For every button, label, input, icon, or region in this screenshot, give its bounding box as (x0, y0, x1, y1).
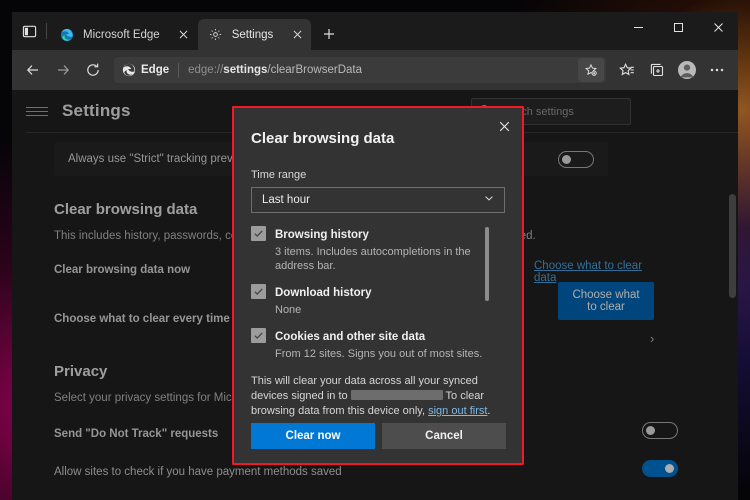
add-favorite-icon[interactable] (578, 58, 604, 82)
omnibox-divider (178, 62, 180, 78)
clear-now-button[interactable]: Clear now (251, 423, 375, 449)
url-scheme: edge:// (188, 64, 224, 76)
omnibox-url[interactable]: edge://settings/clearBrowserData (188, 64, 578, 76)
tab-actions-button[interactable] (12, 12, 46, 50)
close-icon[interactable] (174, 25, 194, 45)
tab-settings[interactable]: Settings (197, 19, 312, 50)
list-item[interactable]: Cookies and other site data From 12 site… (251, 327, 505, 361)
browser-toolbar: Edge edge://settings/clearBrowserData (12, 50, 738, 90)
back-button[interactable] (18, 55, 48, 85)
browsing-history-checkbox[interactable] (251, 226, 266, 241)
close-button[interactable] (698, 12, 738, 42)
tab-divider (46, 23, 47, 39)
dialog-list-scrollbar[interactable] (485, 227, 489, 301)
data-type-list: Browsing history 3 items. Includes autoc… (234, 225, 505, 368)
url-host: settings (223, 64, 268, 76)
refresh-button[interactable] (78, 55, 108, 85)
favorites-icon[interactable] (612, 55, 642, 85)
download-history-checkbox[interactable] (251, 284, 266, 299)
sync-note-part3: . (487, 405, 491, 417)
cancel-button[interactable]: Cancel (382, 423, 506, 449)
window-controls (618, 12, 738, 42)
edge-logo-icon (59, 27, 75, 43)
sync-note: This will clear your data across all you… (251, 374, 509, 419)
chevron-down-icon (483, 191, 495, 209)
dialog-actions: Clear now Cancel (251, 423, 506, 449)
option-detail: From 12 sites. Signs you out of most sit… (275, 348, 483, 360)
settings-page: Settings Search settings Always use "Str… (12, 90, 738, 500)
list-item[interactable]: Download history None (251, 283, 505, 317)
tab-title: Settings (231, 28, 274, 41)
time-range-select[interactable]: Last hour (251, 187, 505, 213)
sign-out-first-link[interactable]: sign out first (428, 405, 487, 417)
minimize-button[interactable] (618, 12, 658, 42)
time-range-label: Time range (251, 169, 307, 181)
maximize-button[interactable] (658, 12, 698, 42)
dialog-close-icon[interactable] (492, 114, 516, 138)
option-detail: 3 items. Includes autocompletions in the… (275, 246, 471, 272)
option-label: Browsing history (275, 229, 369, 241)
omnibox-brand-label: Edge (141, 64, 170, 76)
gear-icon (208, 27, 224, 43)
cookies-checkbox[interactable] (251, 328, 266, 343)
option-label: Download history (275, 287, 372, 299)
url-path: /clearBrowserData (267, 64, 362, 76)
option-detail: None (275, 304, 302, 316)
dialog-title: Clear browsing data (251, 130, 395, 147)
address-bar[interactable]: Edge edge://settings/clearBrowserData (114, 57, 606, 83)
settings-and-more-icon[interactable] (702, 55, 732, 85)
tab-strip: Microsoft Edge Settings (12, 12, 738, 50)
profile-avatar[interactable] (672, 55, 702, 85)
clear-browsing-data-dialog: Clear browsing data Time range Last hour… (234, 108, 522, 463)
edge-brand-icon: Edge (122, 63, 169, 77)
forward-button[interactable] (48, 55, 78, 85)
time-range-value: Last hour (262, 194, 310, 206)
tab-microsoft-edge[interactable]: Microsoft Edge (49, 19, 198, 50)
tab-title: Microsoft Edge (83, 28, 160, 41)
browser-window: Microsoft Edge Settings Edge edge://sett… (12, 12, 738, 500)
redacted-account-bar (350, 390, 443, 400)
new-tab-button[interactable] (314, 19, 344, 49)
collections-icon[interactable] (642, 55, 672, 85)
option-label: Cookies and other site data (275, 331, 426, 343)
close-icon[interactable] (287, 25, 307, 45)
list-item[interactable]: Browsing history 3 items. Includes autoc… (251, 225, 505, 273)
